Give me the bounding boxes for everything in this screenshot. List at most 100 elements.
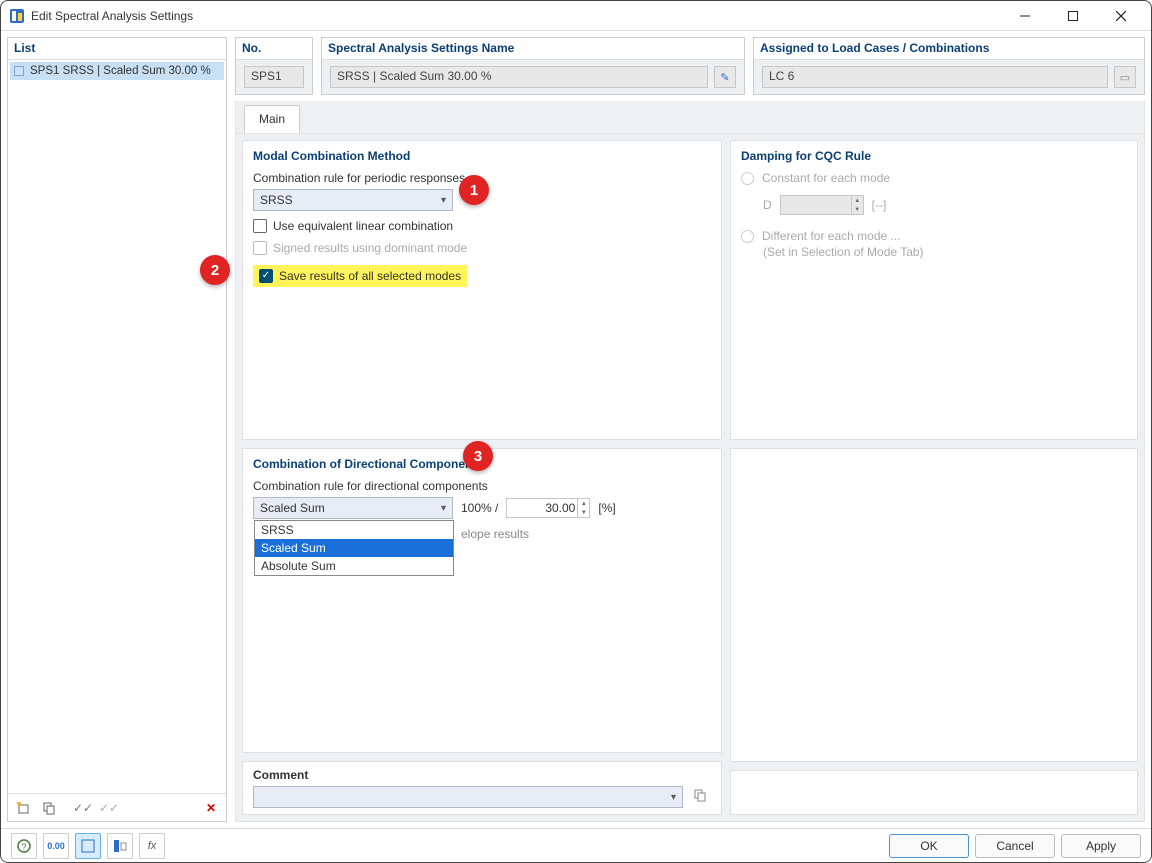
top-row: No. SPS1 Spectral Analysis Settings Name… <box>235 37 1145 95</box>
assigned-box: Assigned to Load Cases / Combinations LC… <box>753 37 1145 95</box>
damping-card: Damping for CQC Rule Constant for each m… <box>730 140 1138 440</box>
signed-checkbox <box>253 241 267 255</box>
chevron-down-icon: ▾ <box>441 503 446 514</box>
damping-different-row: Different for each mode ... <box>741 229 1127 243</box>
save-results-checkbox[interactable]: ✓ <box>259 269 273 283</box>
damping-title: Damping for CQC Rule <box>741 149 1127 163</box>
name-box: Spectral Analysis Settings Name SRSS | S… <box>321 37 745 95</box>
spin-up: ▲ <box>851 196 863 205</box>
window-controls <box>1003 1 1143 31</box>
tabs: Main <box>235 101 1145 134</box>
comment-extra-button[interactable] <box>689 784 711 806</box>
dropdown-option[interactable]: SRSS <box>255 521 453 539</box>
d-spin: ▲▼ <box>780 195 864 215</box>
periodic-rule-select[interactable]: SRSS ▾ <box>253 189 453 211</box>
close-button[interactable] <box>1099 1 1143 31</box>
name-header: Spectral Analysis Settings Name <box>322 38 744 60</box>
tab-content: Modal Combination Method Combination rul… <box>235 134 1145 822</box>
dialog-window: Edit Spectral Analysis Settings List SPS… <box>0 0 1152 863</box>
constant-label: Constant for each mode <box>762 171 890 185</box>
save-results-row[interactable]: ✓ Save results of all selected modes <box>253 265 467 287</box>
scale-unit: [%] <box>598 501 615 515</box>
view-2-button[interactable] <box>107 833 133 859</box>
app-icon <box>9 8 25 24</box>
modal-combination-card: Modal Combination Method Combination rul… <box>242 140 722 440</box>
cancel-button[interactable]: Cancel <box>975 834 1055 858</box>
signed-row: Signed results using dominant mode <box>253 241 711 255</box>
dropdown-option[interactable]: Absolute Sum <box>255 557 453 575</box>
checklist-2-button[interactable]: ✓✓ <box>98 797 120 819</box>
spin-down[interactable]: ▼ <box>577 508 589 517</box>
checklist-1-button[interactable]: ✓✓ <box>72 797 94 819</box>
no-header: No. <box>236 38 312 60</box>
help-button[interactable]: ? <box>11 833 37 859</box>
assigned-header: Assigned to Load Cases / Combinations <box>754 38 1144 60</box>
window-title: Edit Spectral Analysis Settings <box>31 9 1003 23</box>
dropdown-option[interactable]: Scaled Sum <box>255 539 453 557</box>
no-field[interactable]: SPS1 <box>244 66 304 88</box>
list-item-icon <box>14 66 24 76</box>
list-item-label: SPS1 SRSS | Scaled Sum 30.00 % <box>30 65 211 77</box>
damping-d-row: D ▲▼ [--] <box>763 195 1127 215</box>
comment-card: Comment ▾ <box>242 761 722 815</box>
directional-rule-label: Combination rule for directional compone… <box>253 479 711 493</box>
list-item[interactable]: SPS1 SRSS | Scaled Sum 30.00 % <box>10 62 224 80</box>
titlebar: Edit Spectral Analysis Settings <box>1 1 1151 31</box>
fx-button[interactable]: fx <box>139 833 165 859</box>
periodic-rule-value: SRSS <box>260 193 293 207</box>
delete-item-button[interactable]: ✕ <box>200 797 222 819</box>
annotation-badge-2: 2 <box>200 255 230 285</box>
units-button[interactable]: 0.00 <box>43 833 69 859</box>
eq-linear-checkbox[interactable] <box>253 219 267 233</box>
apply-button[interactable]: Apply <box>1061 834 1141 858</box>
no-box: No. SPS1 <box>235 37 313 95</box>
minimize-button[interactable] <box>1003 1 1047 31</box>
annotation-badge-1: 1 <box>459 175 489 205</box>
tab-main[interactable]: Main <box>244 105 300 133</box>
list-body: SPS1 SRSS | Scaled Sum 30.00 % <box>8 60 226 793</box>
empty-card-1 <box>730 448 1138 762</box>
maximize-button[interactable] <box>1051 1 1095 31</box>
save-results-label: Save results of all selected modes <box>279 269 461 283</box>
comment-select[interactable]: ▾ <box>253 786 683 808</box>
list-toolbar: ✓✓ ✓✓ ✕ <box>8 793 226 821</box>
view-1-button[interactable] <box>75 833 101 859</box>
assigned-more-button[interactable]: ▭ <box>1114 66 1136 88</box>
directional-rule-value: Scaled Sum <box>260 501 325 515</box>
modal-title: Modal Combination Method <box>253 149 711 163</box>
envelope-partial-text: elope results <box>461 527 711 541</box>
spin-up[interactable]: ▲ <box>577 499 589 508</box>
chevron-down-icon: ▾ <box>671 792 676 803</box>
directional-card: Combination of Directional Components 3 … <box>242 448 722 753</box>
copy-item-button[interactable] <box>38 797 60 819</box>
list-header: List <box>8 38 226 60</box>
right-column: Damping for CQC Rule Constant for each m… <box>730 140 1138 815</box>
directional-rule-select[interactable]: Scaled Sum ▾ SRSS Scaled Sum Absolute Su… <box>253 497 453 519</box>
assigned-field[interactable]: LC 6 <box>762 66 1108 88</box>
svg-text:?: ? <box>21 842 26 852</box>
d-unit: [--] <box>872 198 887 212</box>
chevron-down-icon: ▾ <box>441 195 446 206</box>
empty-card-2 <box>730 770 1138 815</box>
new-item-button[interactable] <box>12 797 34 819</box>
name-field[interactable]: SRSS | Scaled Sum 30.00 % <box>330 66 708 88</box>
list-panel: List SPS1 SRSS | Scaled Sum 30.00 % ✓✓ ✓… <box>7 37 227 822</box>
d-label: D <box>763 198 772 212</box>
scale-value: 30.00 <box>545 501 575 515</box>
right-area: No. SPS1 Spectral Analysis Settings Name… <box>235 37 1145 822</box>
ok-button[interactable]: OK <box>889 834 969 858</box>
edit-name-button[interactable]: ✎ <box>714 66 736 88</box>
directional-value-row: Scaled Sum ▾ SRSS Scaled Sum Absolute Su… <box>253 497 711 519</box>
bottom-toolbar: ? 0.00 fx OK Cancel Apply <box>1 828 1151 862</box>
eq-linear-row[interactable]: Use equivalent linear combination <box>253 219 711 233</box>
directional-dropdown-list: SRSS Scaled Sum Absolute Sum <box>254 520 454 576</box>
left-percent-label: 100% / <box>461 501 498 515</box>
damping-constant-row: Constant for each mode <box>741 171 1127 185</box>
signed-label: Signed results using dominant mode <box>273 241 467 255</box>
comment-row: Comment ▾ <box>242 761 722 815</box>
comment-label: Comment <box>253 768 711 782</box>
eq-linear-label: Use equivalent linear combination <box>273 219 453 233</box>
annotation-badge-3: 3 <box>463 441 493 471</box>
scale-value-spin[interactable]: 30.00 ▲▼ <box>506 498 590 518</box>
spin-down: ▼ <box>851 205 863 214</box>
